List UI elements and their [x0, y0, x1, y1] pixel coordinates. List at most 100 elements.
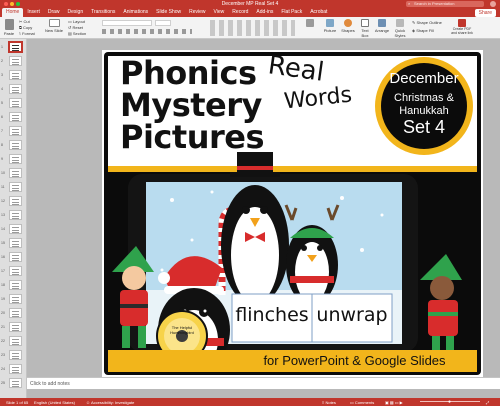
tab-view[interactable]: View [210, 8, 229, 17]
notes-placeholder: Click to add notes [30, 381, 70, 387]
slide-thumbnail[interactable] [9, 252, 22, 262]
font-format-buttons[interactable] [102, 29, 192, 34]
slide-thumbnail[interactable] [9, 70, 22, 80]
thumbnail-line [12, 75, 19, 77]
arrange-icon [378, 19, 386, 27]
slide-thumbnail-number: 10 [1, 171, 5, 175]
slide-thumbnail[interactable] [9, 336, 22, 346]
shapes-button[interactable]: Shapes [340, 19, 356, 33]
slide-thumbnail[interactable] [9, 56, 22, 66]
slide-thumbnail[interactable] [9, 280, 22, 290]
layout-button[interactable]: ▭ Layout [68, 19, 85, 24]
format-painter-button[interactable]: ⌇ Format [19, 31, 35, 36]
slide-thumbnail[interactable] [9, 42, 22, 52]
tab-review[interactable]: Review [185, 8, 209, 17]
thumbnail-line [12, 185, 19, 186]
thumbnail-line [12, 159, 19, 161]
user-avatar[interactable] [490, 1, 496, 7]
font-controls[interactable] [102, 20, 202, 36]
tab-design[interactable]: Design [64, 8, 88, 17]
tab-transitions[interactable]: Transitions [87, 8, 119, 17]
text-box-icon [361, 19, 369, 27]
slide-thumbnail[interactable] [9, 210, 22, 220]
thumbnail-line [12, 73, 19, 74]
font-size-dropdown[interactable] [155, 20, 171, 26]
slide-thumbnail[interactable] [9, 364, 22, 374]
thumbnail-line [12, 215, 19, 217]
zoom-thumb[interactable]: ● [448, 399, 451, 405]
paragraph-controls[interactable] [210, 20, 295, 36]
title-line-3: Pictures [120, 118, 265, 156]
slide-thumbnail[interactable] [9, 168, 22, 178]
thumbnail-line [12, 47, 19, 49]
comments-label: Comments [354, 400, 375, 405]
tab-insert[interactable]: Insert [23, 8, 44, 17]
search-input[interactable]: ⌕ Search in Presentation [406, 1, 484, 7]
thumbnail-line [12, 381, 19, 382]
thumbnail-line [12, 106, 19, 107]
create-pdf-button[interactable]: Create PDF and share link [450, 19, 474, 35]
tab-slide-show[interactable]: Slide Show [152, 8, 185, 17]
tab-record[interactable]: Record [228, 8, 252, 17]
picture-button[interactable]: Picture [322, 19, 338, 33]
view-buttons[interactable]: ▣ ▦ ▭ ▶ [385, 400, 403, 405]
convert-smartart-button[interactable] [300, 19, 320, 28]
slide-thumbnail[interactable] [9, 182, 22, 192]
comments-button[interactable]: ▭ Comments [350, 400, 374, 405]
tab-draw[interactable]: Draw [44, 8, 64, 17]
slide-thumbnail[interactable] [9, 294, 22, 304]
slide-thumbnail[interactable] [9, 350, 22, 360]
thumbnail-line [12, 372, 19, 373]
slide-thumbnail[interactable] [9, 238, 22, 248]
slide-thumbnail[interactable] [9, 322, 22, 332]
gold-band [108, 166, 477, 172]
slide-thumbnail[interactable] [9, 112, 22, 122]
slide-thumbnail[interactable] [9, 98, 22, 108]
slide-canvas[interactable]: Phonics Mystery Pictures Real Words Dece… [102, 50, 483, 379]
thumbnail-line [12, 227, 19, 228]
thumbnail-line [12, 299, 19, 301]
notes-button[interactable]: ≡ Notes [322, 400, 336, 405]
share-button[interactable]: Share [474, 9, 496, 17]
section-button[interactable]: ▤ Section [68, 31, 86, 36]
tab-add-ins[interactable]: Add-ins [252, 8, 277, 17]
fit-slide-button[interactable]: ⤢ [486, 400, 489, 405]
tab-flat-pack[interactable]: Flat Pack [277, 8, 306, 17]
format-label: Format [22, 31, 35, 36]
shape-outline-button[interactable]: ✎ Shape Outline [412, 20, 442, 25]
slide-thumbnail[interactable] [9, 378, 22, 388]
slide-thumbnail[interactable] [9, 126, 22, 136]
cut-button[interactable]: ✂ Cut [19, 19, 30, 24]
tab-animations[interactable]: Animations [119, 8, 152, 17]
language-status[interactable]: English (United States) [34, 400, 75, 405]
notes-pane[interactable]: Click to add notes [27, 377, 500, 389]
quick-styles-label: Quick Styles [394, 28, 406, 38]
quick-styles-button[interactable]: Quick Styles [392, 19, 408, 38]
shape-fill-button[interactable]: ◈ Shape Fill [412, 28, 434, 33]
slide-thumbnail-pane[interactable]: 1 2 3 4 5 6 7 8 9 10 11 12 13 14 15 16 17 18 19 20 21 22 23 24 2… [0, 39, 27, 398]
slide-editor[interactable]: Phonics Mystery Pictures Real Words Dece… [27, 39, 500, 398]
month-text: December [389, 70, 459, 87]
slide-thumbnail[interactable] [9, 140, 22, 150]
font-name-dropdown[interactable] [102, 20, 152, 26]
slide-thumbnail[interactable] [9, 266, 22, 276]
slide-thumbnail[interactable] [9, 154, 22, 164]
tab-acrobat[interactable]: Acrobat [306, 8, 331, 17]
cut-label: Cut [23, 19, 30, 24]
slide-thumbnail[interactable] [9, 308, 22, 318]
slide-thumbnail[interactable] [9, 224, 22, 234]
slide-thumbnail[interactable] [9, 84, 22, 94]
thumbnail-line [12, 358, 19, 359]
text-box-button[interactable]: Text Box [358, 19, 372, 38]
paste-button[interactable]: Paste [3, 19, 15, 36]
thumbnail-line [12, 171, 19, 172]
reset-button[interactable]: ↺ Reset [68, 25, 83, 30]
thumbnail-line [12, 204, 19, 205]
new-slide-button[interactable]: New Slide [44, 19, 64, 33]
accessibility-status[interactable]: ☺ Accessibility: Investigate [86, 400, 134, 405]
slide-thumbnail-number: 13 [1, 213, 5, 217]
tab-home[interactable]: Home [2, 8, 24, 17]
arrange-button[interactable]: Arrange [374, 19, 390, 33]
copy-button[interactable]: ⧉ Copy [19, 25, 32, 30]
slide-thumbnail[interactable] [9, 196, 22, 206]
